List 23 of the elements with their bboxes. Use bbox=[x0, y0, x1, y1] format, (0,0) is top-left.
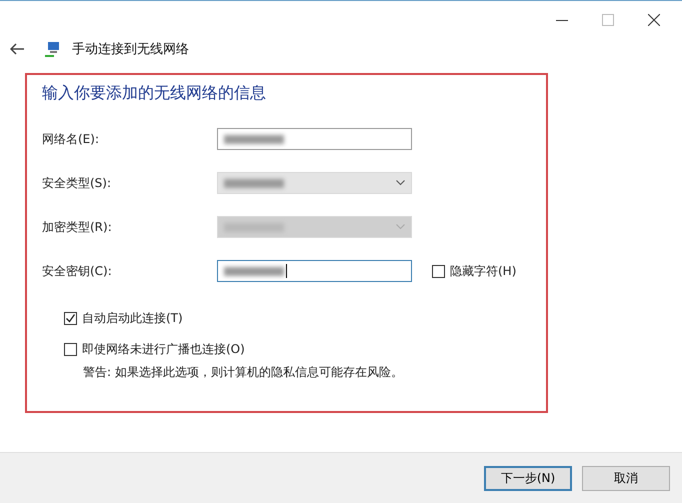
field-label: 加密类型(R): bbox=[42, 218, 113, 236]
field-label: 安全类型(S): bbox=[42, 174, 112, 192]
checkbox-label: 隐藏字符(H) bbox=[450, 262, 516, 280]
window-title: 手动连接到无线网络 bbox=[72, 41, 189, 58]
input-field[interactable] bbox=[217, 128, 412, 150]
close-icon bbox=[648, 14, 660, 26]
chevron-down-icon bbox=[396, 180, 405, 186]
next-button[interactable]: 下一步(N) bbox=[484, 466, 572, 490]
checkbox[interactable] bbox=[64, 312, 77, 325]
chevron-down-icon bbox=[396, 224, 405, 230]
checkbox-label: 自动启动此连接(T) bbox=[82, 310, 183, 327]
back-arrow-icon[interactable] bbox=[10, 43, 24, 55]
heading: 输入你要添加的无线网络的信息 bbox=[42, 83, 266, 104]
cancel-button[interactable]: 取消 bbox=[582, 466, 670, 490]
maximize-icon bbox=[602, 14, 614, 26]
checkbox[interactable] bbox=[432, 264, 445, 278]
checkbox-label: 即使网络未进行广播也连接(O) bbox=[82, 341, 245, 358]
network-computer-icon bbox=[44, 40, 62, 58]
field-label: 安全密钥(C): bbox=[42, 262, 113, 280]
checkbox[interactable] bbox=[64, 343, 77, 356]
input-field[interactable] bbox=[217, 260, 412, 282]
field-label: 网络名(E): bbox=[42, 130, 100, 148]
warning-text: 警告: 如果选择此选项，则计算机的隐私信息可能存在风险。 bbox=[83, 364, 403, 381]
